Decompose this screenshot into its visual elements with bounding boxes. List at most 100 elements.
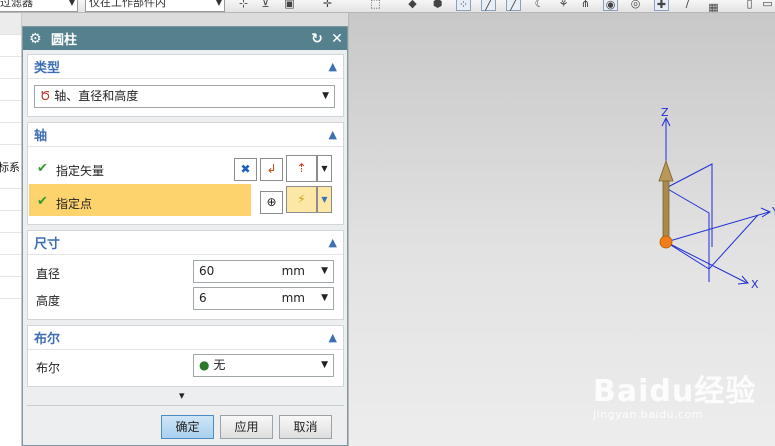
part-navigator-strip: 标系 <box>0 13 22 446</box>
button-divider <box>27 405 344 406</box>
origin-point <box>659 235 673 249</box>
point-check-icon: ✔ <box>37 194 48 209</box>
boolean-select[interactable]: ● 无 ▼ <box>193 354 334 377</box>
center-icon[interactable]: ◉ <box>603 0 618 11</box>
scope-select[interactable]: 仅在工作部件内 ▼ <box>85 0 225 12</box>
body-icon[interactable]: ⬢ <box>430 0 445 11</box>
chevron-down-icon: ▼ <box>215 0 222 7</box>
dialog-titlebar[interactable]: ⚙ 圆柱 ↻ ✕ <box>23 27 347 50</box>
chevron-down-icon[interactable]: ▼ <box>321 288 328 309</box>
point-snap-icon[interactable]: ⁘ <box>456 0 471 11</box>
graphics-viewport[interactable]: Z Y X Baidu经验 jingyan.baidu.com <box>348 13 775 446</box>
cylinder-dialog: ⚙ 圆柱 ↻ ✕ 类型 ▲ Ծ 轴、直径和高度 ▼ 轴 ▲ ✔ 指定矢量 ✖ ↲… <box>22 26 348 446</box>
select-icon[interactable]: ▣ <box>282 0 297 11</box>
gear-icon: ⚙ <box>29 30 42 47</box>
type-section-title: 类型 <box>34 61 61 76</box>
navigator-row[interactable] <box>0 233 21 255</box>
type-section-header[interactable]: 类型 ▲ <box>28 55 343 79</box>
navigator-row[interactable] <box>0 211 21 233</box>
type-section: 类型 ▲ Ծ 轴、直径和高度 ▼ <box>27 54 344 117</box>
inferred-vector-icon[interactable]: ⇡ <box>286 155 317 182</box>
watermark-brand: Baidu经验 <box>593 374 757 409</box>
navigator-row[interactable] <box>0 57 21 79</box>
close-icon[interactable]: ✕ <box>327 31 347 47</box>
crosshair-icon[interactable]: ✛ <box>320 0 335 11</box>
height-unit: mm <box>281 291 305 305</box>
boolean-section-title: 布尔 <box>34 332 61 347</box>
chevron-up-icon[interactable]: ▲ <box>329 331 337 344</box>
quadrant-icon[interactable]: ◎ <box>628 0 643 11</box>
chevron-down-icon: ▼ <box>322 91 329 101</box>
reverse-direction-icon[interactable]: ✖ <box>234 158 257 181</box>
height-input[interactable]: 6 mm ▼ <box>193 287 334 310</box>
chevron-up-icon[interactable]: ▲ <box>329 128 337 141</box>
z-axis-label: Z <box>661 106 669 119</box>
apply-button[interactable]: 应用 <box>220 415 273 439</box>
grid-icon[interactable]: ▦ <box>706 0 721 12</box>
panel-toggle-icon[interactable]: ▯ <box>742 0 757 11</box>
navigator-row[interactable] <box>0 189 21 211</box>
cancel-button[interactable]: 取消 <box>279 415 332 439</box>
type-select-value: 轴、直径和高度 <box>54 89 139 103</box>
rectangle-select-icon[interactable]: ⬚ <box>368 0 383 11</box>
arc-icon[interactable]: ☾ <box>532 0 547 11</box>
chevron-down-icon: ▼ <box>68 0 75 7</box>
endpoint-icon[interactable]: ╱ <box>506 0 521 11</box>
y-axis-label: Y <box>771 205 775 218</box>
intersection-icon[interactable]: ⋔ <box>578 0 593 11</box>
layout-icon[interactable]: ▭ <box>760 0 775 11</box>
navigator-row[interactable] <box>0 255 21 277</box>
diameter-value: 60 <box>199 264 215 278</box>
direction-vector-shaft <box>662 175 670 243</box>
diameter-label: 直径 <box>36 267 61 281</box>
navigator-row[interactable] <box>0 35 21 57</box>
filter-select-value: 过滤器 <box>0 0 33 9</box>
height-label: 高度 <box>36 294 61 308</box>
navigator-partial-label: 标系 <box>0 161 20 174</box>
point-dropdown-icon[interactable]: ▼ <box>317 186 332 213</box>
vector-dialog-icon[interactable]: ↲ <box>260 158 283 181</box>
vector-dropdown-icon[interactable]: ▼ <box>317 155 332 182</box>
expand-dialog-icon[interactable]: ▾ <box>179 389 185 402</box>
chevron-down-icon[interactable]: ▼ <box>321 261 328 282</box>
navigator-row[interactable] <box>0 79 21 101</box>
reset-icon[interactable]: ↻ <box>307 31 327 47</box>
triad-plane-xz <box>665 187 710 282</box>
chevron-up-icon[interactable]: ▲ <box>329 60 337 73</box>
navigator-header-row <box>0 13 21 35</box>
boolean-none-icon: ● <box>199 358 210 372</box>
boolean-section-header[interactable]: 布尔 ▲ <box>28 326 343 350</box>
point-on-curve-icon[interactable]: ⚘ <box>556 0 571 11</box>
dimensions-section-header[interactable]: 尺寸 ▲ <box>28 231 343 255</box>
navigator-row[interactable] <box>0 123 21 145</box>
x-axis-arrow <box>737 275 750 285</box>
axis-section-header[interactable]: 轴 ▲ <box>28 123 343 147</box>
direction-vector-head <box>658 159 674 182</box>
chevron-up-icon[interactable]: ▲ <box>329 236 337 249</box>
point-on-face-icon[interactable]: ✚ <box>654 0 669 11</box>
inferred-point-icon[interactable]: ⚡ <box>286 186 317 213</box>
triad-plane-yz <box>665 163 713 247</box>
x-axis-line <box>665 241 748 284</box>
snap-icon[interactable]: ⊹ <box>236 0 251 11</box>
bounded-point-icon[interactable]: ∕ <box>680 0 695 11</box>
navigator-row[interactable] <box>0 101 21 123</box>
dialog-title: 圆柱 <box>51 33 78 48</box>
type-select[interactable]: Ծ 轴、直径和高度 ▼ <box>34 85 335 108</box>
filter-icon[interactable]: ⊻ <box>258 0 273 11</box>
boolean-select-value: 无 <box>213 358 226 372</box>
axis-section-title: 轴 <box>34 129 48 144</box>
diameter-unit: mm <box>281 264 305 278</box>
line-icon[interactable]: ╱ <box>481 0 496 11</box>
solid-icon[interactable]: ◆ <box>405 0 420 11</box>
navigator-row[interactable] <box>0 277 21 299</box>
boolean-label: 布尔 <box>36 361 61 375</box>
ok-button[interactable]: 确定 <box>161 415 214 439</box>
x-axis-label: X <box>751 278 759 291</box>
baidu-watermark: Baidu经验 jingyan.baidu.com <box>593 366 756 421</box>
filter-select[interactable]: 过滤器 ▼ <box>0 0 78 12</box>
vector-label: 指定矢量 <box>56 164 105 178</box>
dimensions-section-title: 尺寸 <box>34 237 61 252</box>
diameter-input[interactable]: 60 mm ▼ <box>193 260 334 283</box>
point-dialog-icon[interactable]: ⊕ <box>260 191 283 214</box>
